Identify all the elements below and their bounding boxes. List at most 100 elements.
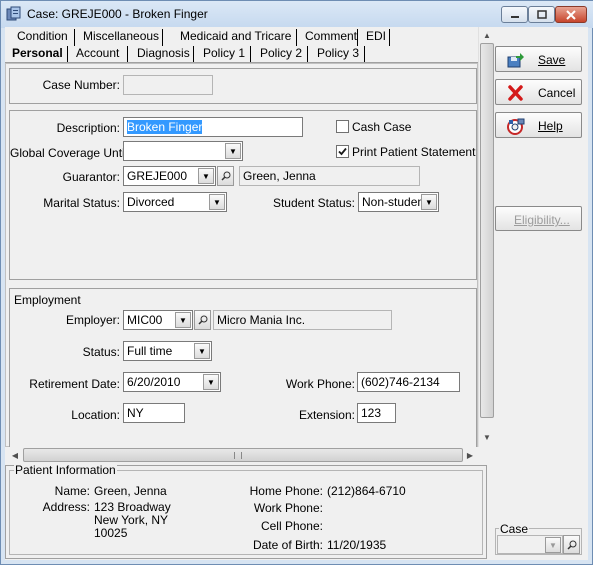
scroll-right-arrow-icon[interactable]: ▶: [462, 447, 478, 463]
cancel-x-icon: [508, 85, 523, 101]
save-button[interactable]: Save: [495, 46, 582, 72]
case-select[interactable]: ▼: [497, 535, 563, 554]
tab-medicaid-tricare[interactable]: Medicaid and Tricare: [180, 29, 291, 46]
scroll-down-arrow-icon[interactable]: ▼: [479, 429, 495, 445]
tab-edi[interactable]: EDI: [366, 29, 386, 46]
global-coverage-label: Global Coverage Until:: [10, 146, 131, 160]
tab-separator: [389, 29, 390, 46]
guarantor-name-field: Green, Jenna: [239, 166, 420, 186]
tab-account[interactable]: Account: [76, 46, 119, 63]
title-bar[interactable]: Case: GREJE000 - Broken Finger: [1, 1, 593, 28]
grip-icon: [234, 452, 242, 459]
patient-address-label: Address:: [42, 500, 90, 514]
marital-status-select[interactable]: Divorced ▼: [123, 192, 227, 212]
tab-policy-1[interactable]: Policy 1: [203, 46, 245, 63]
patient-dob-label: Date of Birth:: [252, 538, 323, 552]
maximize-icon: [536, 10, 547, 19]
cash-case-label: Cash Case: [352, 120, 412, 134]
horizontal-scrollbar[interactable]: ◀ ▶: [5, 447, 478, 463]
print-statement-label: Print Patient Statement: [352, 145, 476, 159]
extension-input[interactable]: 123: [357, 403, 396, 423]
cancel-button[interactable]: Cancel: [495, 79, 582, 105]
tab-separator: [127, 46, 128, 63]
patient-name-label: Name:: [54, 484, 90, 498]
right-button-panel: [495, 27, 588, 560]
case-number-field: [123, 75, 213, 95]
chevron-down-icon[interactable]: ▼: [421, 194, 437, 210]
employment-status-select[interactable]: Full time ▼: [123, 341, 212, 361]
tab-condition[interactable]: Condition: [17, 29, 68, 46]
student-status-select[interactable]: Non-student ▼: [358, 192, 439, 212]
tab-separator: [364, 46, 365, 63]
tab-separator: [296, 29, 297, 46]
tab-diagnosis[interactable]: Diagnosis: [137, 46, 190, 63]
maximize-button[interactable]: [528, 6, 555, 23]
horizontal-scroll-thumb[interactable]: [23, 448, 463, 462]
close-button[interactable]: [555, 6, 587, 23]
location-label: Location:: [71, 408, 120, 422]
tab-policy-2[interactable]: Policy 2: [260, 46, 302, 63]
guarantor-select[interactable]: GREJE000 ▼: [123, 166, 216, 186]
search-icon: [220, 171, 230, 181]
tab-separator: [193, 46, 194, 63]
patient-home-phone-label: Home Phone:: [249, 484, 323, 498]
vertical-scroll-thumb[interactable]: [480, 43, 494, 418]
minimize-button[interactable]: [501, 6, 528, 23]
tab-separator: [74, 29, 75, 46]
scroll-left-arrow-icon[interactable]: ◀: [7, 447, 23, 463]
tab-miscellaneous[interactable]: Miscellaneous: [83, 29, 159, 46]
cash-case-checkbox[interactable]: [336, 120, 349, 133]
employer-lookup-button[interactable]: [194, 310, 211, 330]
chevron-down-icon[interactable]: ▼: [545, 537, 561, 553]
tab-comment[interactable]: Comment: [305, 29, 357, 46]
work-phone-label: Work Phone:: [285, 377, 355, 391]
help-button[interactable]: Help: [495, 112, 582, 138]
chevron-down-icon[interactable]: ▼: [175, 312, 191, 328]
case-number-label: Case Number:: [42, 78, 120, 92]
employment-section-label: Employment: [14, 293, 81, 307]
app-icon: [6, 6, 21, 21]
work-phone-input[interactable]: (602)746-2134: [357, 372, 460, 392]
patient-address-line3: 10025: [94, 526, 128, 540]
chevron-down-icon[interactable]: ▼: [225, 143, 241, 159]
close-icon: [566, 9, 576, 20]
case-box-label: Case: [499, 522, 530, 536]
help-lifebuoy-icon: [507, 118, 525, 135]
employer-name-field: Micro Mania Inc.: [213, 310, 392, 330]
description-value: Broken Finger: [127, 120, 203, 134]
retirement-date-select[interactable]: 6/20/2010 ▼: [123, 372, 221, 392]
save-button-label: Save: [538, 53, 566, 67]
tab-policy-3[interactable]: Policy 3: [317, 46, 359, 63]
tab-separator: [307, 46, 308, 63]
patient-work-phone-label: Work Phone:: [253, 501, 323, 515]
chevron-down-icon[interactable]: ▼: [209, 194, 225, 210]
guarantor-lookup-button[interactable]: [217, 166, 234, 186]
checkmark-icon: [338, 147, 347, 156]
student-status-label: Student Status:: [272, 196, 355, 210]
employment-status-label: Status:: [82, 345, 120, 359]
patient-name-value: Green, Jenna: [94, 484, 167, 498]
minimize-icon: [510, 15, 519, 18]
patient-home-phone-value: (212)864-6710: [327, 484, 406, 498]
eligibility-button[interactable]: Eligibility...: [495, 206, 582, 231]
eligibility-button-label: Eligibility...: [514, 213, 570, 227]
print-statement-checkbox[interactable]: [336, 145, 349, 158]
chevron-down-icon[interactable]: ▼: [194, 343, 210, 359]
location-input[interactable]: NY: [123, 403, 185, 423]
help-button-label: Help: [538, 119, 563, 133]
chevron-down-icon[interactable]: ▼: [203, 374, 219, 390]
chevron-down-icon[interactable]: ▼: [198, 168, 214, 184]
scroll-up-arrow-icon[interactable]: ▲: [479, 27, 495, 43]
guarantor-label: Guarantor:: [62, 170, 120, 184]
retirement-date-label: Retirement Date:: [29, 377, 120, 391]
description-input[interactable]: Broken Finger: [123, 117, 303, 137]
search-icon: [566, 540, 576, 550]
global-coverage-select[interactable]: ▼: [123, 141, 243, 161]
employer-select[interactable]: MIC00 ▼: [123, 310, 193, 330]
vertical-scrollbar[interactable]: ▲ ▼: [478, 27, 495, 447]
save-icon: [507, 53, 524, 68]
tab-separator: [357, 29, 358, 46]
patient-address-line2: New York, NY: [94, 513, 169, 527]
case-lookup-button[interactable]: [563, 535, 580, 554]
tab-personal[interactable]: Personal: [12, 46, 63, 63]
